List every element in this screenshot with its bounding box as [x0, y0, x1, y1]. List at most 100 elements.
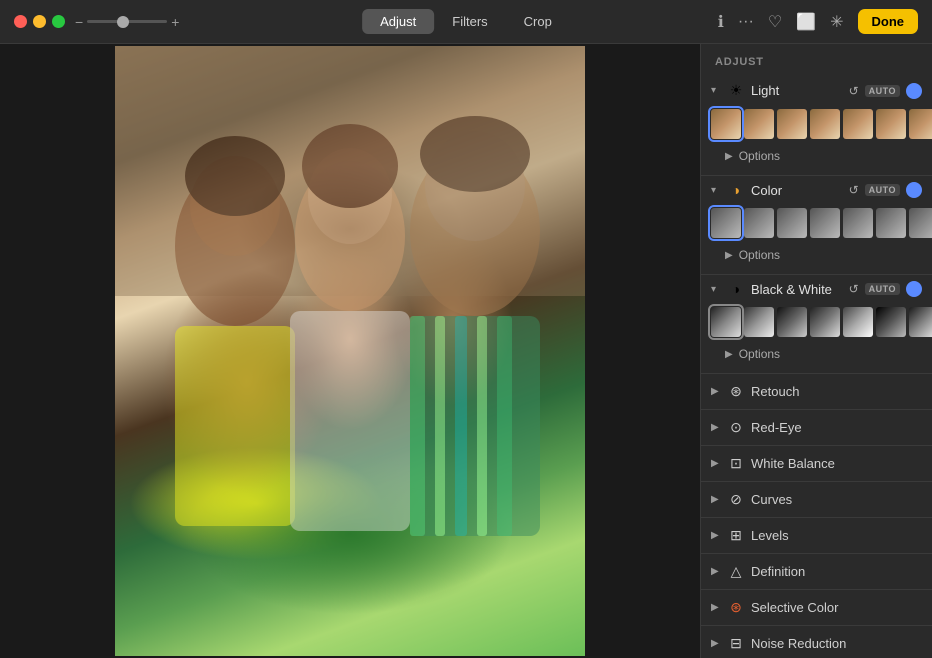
heart-icon[interactable]: ♡ — [768, 12, 782, 32]
traffic-lights — [14, 15, 65, 28]
color-thumb-4[interactable] — [843, 208, 873, 238]
bw-auto-badge[interactable]: AUTO — [865, 283, 900, 295]
levels-section[interactable]: ▶ ⊞ Levels — [701, 517, 932, 553]
bw-section: ▾ ◑ Black & White ↺ AUTO ▶ O — [701, 275, 932, 374]
curves-icon: ⊘ — [727, 491, 745, 508]
thumb-6[interactable] — [909, 109, 932, 139]
noise-reduction-section[interactable]: ▶ ⊟ Noise Reduction — [701, 625, 932, 658]
white-balance-chevron: ▶ — [711, 458, 721, 469]
bw-thumb-4[interactable] — [843, 307, 873, 337]
light-reset-icon[interactable]: ↺ — [849, 84, 859, 98]
light-thumbnails — [701, 105, 932, 145]
color-reset-icon[interactable]: ↺ — [849, 183, 859, 197]
bw-thumb-2[interactable] — [777, 307, 807, 337]
maximize-button[interactable] — [52, 15, 65, 28]
definition-section[interactable]: ▶ △ Definition — [701, 553, 932, 589]
light-chevron: ▾ — [711, 85, 721, 96]
color-icon: ◑ — [727, 182, 745, 198]
right-panel: ADJUST ▾ ☀ Light ↺ AUTO — [700, 44, 932, 658]
thumb-0[interactable] — [711, 109, 741, 139]
bw-toggle[interactable] — [906, 281, 922, 297]
bw-thumb-3[interactable] — [810, 307, 840, 337]
selective-color-icon: ⊛ — [727, 599, 745, 616]
color-section: ▾ ◑ Color ↺ AUTO ▶ Options — [701, 176, 932, 275]
white-balance-icon: ⊡ — [727, 455, 745, 472]
tab-adjust[interactable]: Adjust — [362, 9, 434, 34]
zoom-plus[interactable]: + — [171, 15, 179, 29]
color-controls: ↺ AUTO — [849, 182, 922, 198]
retouch-section[interactable]: ▶ ⊛ Retouch — [701, 374, 932, 409]
light-auto-badge[interactable]: AUTO — [865, 85, 900, 97]
light-icon: ☀ — [727, 82, 745, 99]
levels-label: Levels — [751, 528, 789, 543]
color-thumb-5[interactable] — [876, 208, 906, 238]
definition-label: Definition — [751, 564, 805, 579]
thumb-2[interactable] — [777, 109, 807, 139]
color-thumb-0[interactable] — [711, 208, 741, 238]
thumb-5[interactable] — [876, 109, 906, 139]
close-button[interactable] — [14, 15, 27, 28]
photo-svg — [115, 46, 585, 656]
done-button[interactable]: Done — [858, 9, 919, 34]
tab-filters[interactable]: Filters — [434, 9, 505, 34]
light-controls: ↺ AUTO — [849, 83, 922, 99]
collapsed-sections: ▶ ⊛ Retouch ▶ ⊙ Red-Eye ▶ ⊡ White Balanc… — [701, 374, 932, 658]
light-toggle[interactable] — [906, 83, 922, 99]
color-header[interactable]: ▾ ◑ Color ↺ AUTO — [701, 176, 932, 204]
red-eye-chevron: ▶ — [711, 422, 721, 433]
zoom-minus[interactable]: − — [75, 15, 83, 29]
bw-icon: ◑ — [727, 281, 745, 297]
thumb-1[interactable] — [744, 109, 774, 139]
color-options-chevron: ▶ — [725, 250, 733, 261]
bw-thumb-5[interactable] — [876, 307, 906, 337]
color-options-label: Options — [739, 248, 780, 262]
curves-section[interactable]: ▶ ⊘ Curves — [701, 481, 932, 517]
color-thumb-6[interactable] — [909, 208, 932, 238]
bw-thumb-1[interactable] — [744, 307, 774, 337]
definition-chevron: ▶ — [711, 566, 721, 577]
bw-options[interactable]: ▶ Options — [701, 343, 932, 367]
color-auto-badge[interactable]: AUTO — [865, 184, 900, 196]
bw-header[interactable]: ▾ ◑ Black & White ↺ AUTO — [701, 275, 932, 303]
bw-options-chevron: ▶ — [725, 349, 733, 360]
bw-thumb-0[interactable] — [711, 307, 741, 337]
zoom-thumb — [117, 16, 129, 28]
color-thumb-1[interactable] — [744, 208, 774, 238]
white-balance-section[interactable]: ▶ ⊡ White Balance — [701, 445, 932, 481]
curves-label: Curves — [751, 492, 792, 507]
crop-rotate-icon[interactable]: ⬜ — [796, 12, 816, 32]
main-content: ADJUST ▾ ☀ Light ↺ AUTO — [0, 44, 932, 658]
bw-thumb-6[interactable] — [909, 307, 932, 337]
selective-color-label: Selective Color — [751, 600, 838, 615]
color-options[interactable]: ▶ Options — [701, 244, 932, 268]
thumb-3[interactable] — [810, 109, 840, 139]
noise-reduction-icon: ⊟ — [727, 635, 745, 652]
zoom-slider[interactable] — [87, 20, 167, 23]
red-eye-icon: ⊙ — [727, 419, 745, 436]
red-eye-label: Red-Eye — [751, 420, 802, 435]
definition-icon: △ — [727, 563, 745, 580]
sparkle-icon[interactable]: ✳ — [830, 12, 843, 32]
photo-image — [115, 46, 585, 656]
bw-label: Black & White — [751, 282, 843, 297]
light-options[interactable]: ▶ Options — [701, 145, 932, 169]
tab-group: Adjust Filters Crop — [362, 9, 570, 34]
more-icon[interactable]: ··· — [738, 13, 754, 31]
red-eye-section[interactable]: ▶ ⊙ Red-Eye — [701, 409, 932, 445]
bw-reset-icon[interactable]: ↺ — [849, 282, 859, 296]
light-options-chevron: ▶ — [725, 151, 733, 162]
color-toggle[interactable] — [906, 182, 922, 198]
thumb-4[interactable] — [843, 109, 873, 139]
noise-reduction-label: Noise Reduction — [751, 636, 846, 651]
bw-thumbnails — [701, 303, 932, 343]
info-icon[interactable]: ℹ — [718, 12, 724, 32]
toolbar-right: ℹ ··· ♡ ⬜ ✳ Done — [718, 9, 918, 34]
retouch-icon: ⊛ — [727, 383, 745, 400]
light-header[interactable]: ▾ ☀ Light ↺ AUTO — [701, 76, 932, 105]
color-thumb-2[interactable] — [777, 208, 807, 238]
tab-crop[interactable]: Crop — [506, 9, 570, 34]
selective-color-section[interactable]: ▶ ⊛ Selective Color — [701, 589, 932, 625]
color-thumb-3[interactable] — [810, 208, 840, 238]
bw-chevron: ▾ — [711, 284, 721, 295]
minimize-button[interactable] — [33, 15, 46, 28]
